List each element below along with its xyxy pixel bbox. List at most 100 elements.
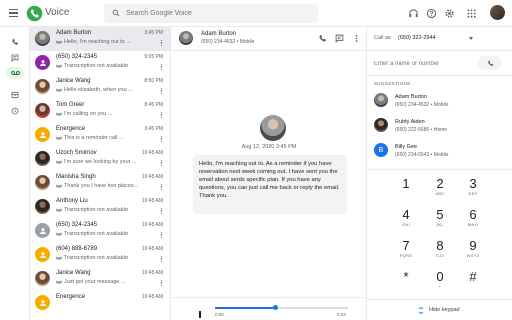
call-icon[interactable] <box>318 34 327 43</box>
conversation-row[interactable]: Tom Greer 8:45 PM I'm calling on you ... <box>30 99 170 123</box>
more-vert-icon[interactable] <box>161 232 163 239</box>
suggestion-item[interactable]: B Billy Gee (650) 234-6543 • Mobile <box>367 139 512 161</box>
contact-name: Uzoch Smirnov <box>56 150 97 156</box>
more-vert-icon[interactable] <box>161 208 163 215</box>
conversation-row[interactable]: Energence 3:45 PM This is a reminder call … <box>30 123 170 147</box>
conversation-row[interactable]: Manisha Singh 10:45 AM Thank you I have tw… <box>30 171 170 195</box>
dial-call-button[interactable] <box>478 56 502 70</box>
account-avatar[interactable] <box>490 5 505 20</box>
conversation-row[interactable]: Adam Burton 3:45 PM Hello, I'm reaching ou… <box>30 27 170 51</box>
message-snippet: Transcription not available <box>56 231 160 237</box>
nav-calls[interactable] <box>8 35 22 49</box>
keypad-key[interactable]: 0 + <box>425 267 455 297</box>
playback-handle[interactable] <box>272 305 278 310</box>
pause-icon[interactable] <box>199 305 205 318</box>
key-letters: GHI <box>401 222 410 227</box>
keypad-key[interactable]: 8 TUV <box>425 236 455 266</box>
key-digit: 5 <box>436 207 444 222</box>
more-vert-icon[interactable] <box>161 112 163 119</box>
thread-header: Adam Burton (650) 234-4532 • Mobile <box>171 27 367 51</box>
conversation-row[interactable]: Janice Wang 10:45 AM Just got your message… <box>30 267 170 291</box>
search-input[interactable] <box>126 6 311 21</box>
more-vert-icon[interactable] <box>161 280 163 287</box>
keypad-key[interactable]: 9 WXYZ <box>458 236 488 266</box>
top-bar: Voice <box>0 0 512 27</box>
contact-avatar <box>35 79 50 94</box>
dial-input[interactable] <box>374 57 474 70</box>
keypad-key[interactable]: 4 GHI <box>391 205 421 235</box>
more-vert-icon[interactable] <box>161 160 163 167</box>
voicemail-icon <box>56 184 62 187</box>
suggestion-name: Billy Gee <box>395 144 418 150</box>
key-digit: 4 <box>402 207 410 222</box>
snippet-text: Hello, I'm reaching out to ... <box>64 39 131 45</box>
keypad-key[interactable]: 3 DEF <box>458 174 488 204</box>
key-letters: WXYZ <box>466 253 480 258</box>
settings-gear-icon[interactable] <box>444 8 455 19</box>
conversation-row[interactable]: Janice Wang 8:50 PM Hello elizabeth, when … <box>30 75 170 99</box>
key-letters: + <box>438 284 442 289</box>
app-title: Voice <box>45 7 70 18</box>
snippet-text: Hello elizabeth, when you ... <box>64 87 133 93</box>
keypad-key[interactable]: 1 <box>391 174 421 204</box>
keypad-key[interactable]: # <box>458 267 488 297</box>
suggestion-item[interactable]: Adam Burton (650) 234-4532 • Mobile <box>367 89 512 111</box>
search-box[interactable] <box>104 4 318 23</box>
snippet-text: Just got your message ... <box>64 279 126 285</box>
contact-avatar <box>35 31 50 46</box>
more-vert-icon[interactable] <box>161 64 163 71</box>
more-vert-icon[interactable] <box>161 256 163 263</box>
voicemail-icon <box>56 232 62 235</box>
more-vert-icon[interactable] <box>352 34 361 43</box>
hide-keypad-button[interactable]: Hide keypad <box>367 299 512 320</box>
keypad-key[interactable]: 6 MNO <box>458 205 488 235</box>
voicemail-transcript: Hello, I'm reaching out to. As a reminde… <box>193 155 347 214</box>
conversation-row[interactable]: (650) 324-2345 10:45 AM Transcription not … <box>30 219 170 243</box>
message-time: 10:45 AM <box>141 174 163 180</box>
person-icon <box>35 55 50 70</box>
message-snippet: Transcription not available <box>56 255 160 261</box>
nav-messages[interactable] <box>8 51 22 65</box>
keypad-key[interactable]: 5 JKL <box>425 205 455 235</box>
message-time: 10:45 AM <box>141 246 163 252</box>
help-icon[interactable] <box>426 8 437 19</box>
conversation-row[interactable]: Anthony Liu 10:45 AM Transcription not ava… <box>30 195 170 219</box>
apps-grid-icon[interactable] <box>466 8 477 19</box>
dial-input-row <box>367 51 512 76</box>
key-letters: ABC <box>435 191 445 196</box>
more-vert-icon[interactable] <box>161 40 163 47</box>
conversation-row[interactable]: (604) 888-6789 10:45 AM Transcription not … <box>30 243 170 267</box>
contact-avatar <box>35 103 50 118</box>
call-as-selector[interactable]: Call as (650) 322-2944 <box>367 27 512 51</box>
snippet-text: This is a reminder call ... <box>64 135 124 141</box>
more-vert-icon[interactable] <box>161 184 163 191</box>
message-time: 8:50 PM <box>144 78 163 84</box>
conversation-row[interactable]: (650) 324-2345 9:05 PM Transcription not a… <box>30 51 170 75</box>
conversation-row[interactable]: Energence 10:45 AM <box>30 291 170 315</box>
person-icon <box>35 247 50 262</box>
key-digit: 1 <box>402 176 410 191</box>
conversation-row[interactable]: Uzoch Smirnov 10:45 AM I'm sure we looking… <box>30 147 170 171</box>
keypad-key[interactable]: 2 ABC <box>425 174 455 204</box>
nav-history[interactable] <box>8 104 22 118</box>
message-time: 3:45 PM <box>144 126 163 132</box>
voicemail-icon <box>10 71 20 75</box>
menu-icon[interactable] <box>9 9 18 17</box>
contact-avatar <box>35 151 50 166</box>
playback-slider[interactable] <box>215 305 348 310</box>
key-digit: * <box>403 269 409 284</box>
nav-archive[interactable] <box>8 88 22 102</box>
more-vert-icon[interactable] <box>161 88 163 95</box>
message-snippet: Hello, I'm reaching out to ... <box>56 39 160 45</box>
message-time: 10:45 AM <box>141 222 163 228</box>
message-icon[interactable] <box>335 34 344 43</box>
headset-icon[interactable] <box>408 8 419 19</box>
message-time: 10:45 AM <box>141 294 163 300</box>
keypad-key[interactable]: * <box>391 267 421 297</box>
suggestion-item[interactable]: Rubty Aiden (650) 222-5686 • Home <box>367 114 512 136</box>
contact-avatar <box>35 175 50 190</box>
keypad-key[interactable]: 7 PQRS <box>391 236 421 266</box>
dropdown-arrow-icon[interactable] <box>469 37 473 40</box>
more-vert-icon[interactable] <box>161 136 163 143</box>
nav-voicemail[interactable] <box>6 67 24 79</box>
